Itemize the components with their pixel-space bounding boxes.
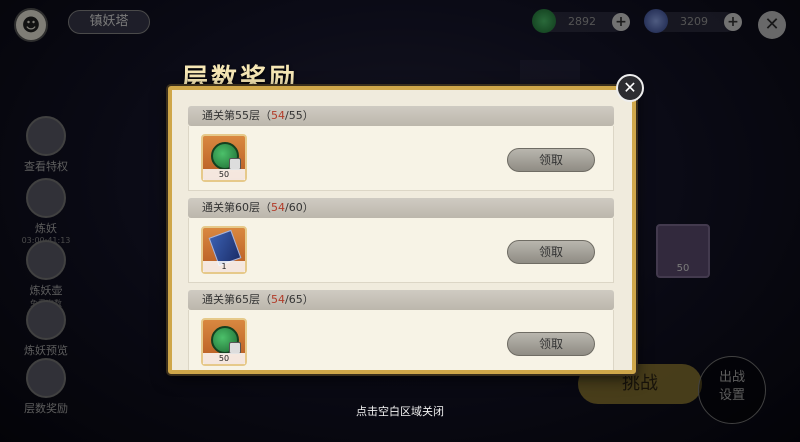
claim-button[interactable]: 领取: [507, 332, 595, 356]
entry-progress-target: /60: [285, 201, 303, 214]
reward-item[interactable]: 50: [201, 134, 247, 182]
reward-item[interactable]: 1: [201, 226, 247, 274]
item-count: 1: [203, 261, 245, 272]
floor-rewards-modal: 通关第55层（54/55） 50 领取 通关第60层（54/60） 1 领取 通…: [168, 86, 636, 374]
entry-label: 通关第65层（: [202, 293, 271, 306]
close-hint: 点击空白区域关闭: [356, 405, 444, 418]
entry-body: 50 领取: [188, 126, 614, 191]
entry-label: 通关第55层（: [202, 109, 271, 122]
list-item: 通关第65层（54/65） 50 领取: [188, 290, 614, 370]
item-count: 50: [203, 353, 245, 364]
entry-progress-target: /55: [285, 109, 303, 122]
entry-progress-target: /65: [285, 293, 303, 306]
item-count: 50: [203, 169, 245, 180]
entry-body: 1 领取: [188, 218, 614, 283]
entry-progress-current: 54: [271, 109, 285, 122]
claim-button[interactable]: 领取: [507, 240, 595, 264]
entry-progress-current: 54: [271, 201, 285, 214]
entry-header: 通关第65层（54/65）: [188, 290, 614, 310]
entry-body: 50 领取: [188, 310, 614, 370]
list-item: 通关第60层（54/60） 1 领取: [188, 198, 614, 283]
entry-progress-current: 54: [271, 293, 285, 306]
list-item: 通关第55层（54/55） 50 领取: [188, 106, 614, 191]
claim-button[interactable]: 领取: [507, 148, 595, 172]
reward-item[interactable]: 50: [201, 318, 247, 366]
entry-label-suffix: ）: [302, 109, 314, 122]
entry-label-suffix: ）: [302, 293, 314, 306]
entry-label-suffix: ）: [302, 201, 314, 214]
entry-header: 通关第60层（54/60）: [188, 198, 614, 218]
entry-label: 通关第60层（: [202, 201, 271, 214]
modal-close-icon[interactable]: ✕: [616, 74, 644, 102]
entry-header: 通关第55层（54/55）: [188, 106, 614, 126]
